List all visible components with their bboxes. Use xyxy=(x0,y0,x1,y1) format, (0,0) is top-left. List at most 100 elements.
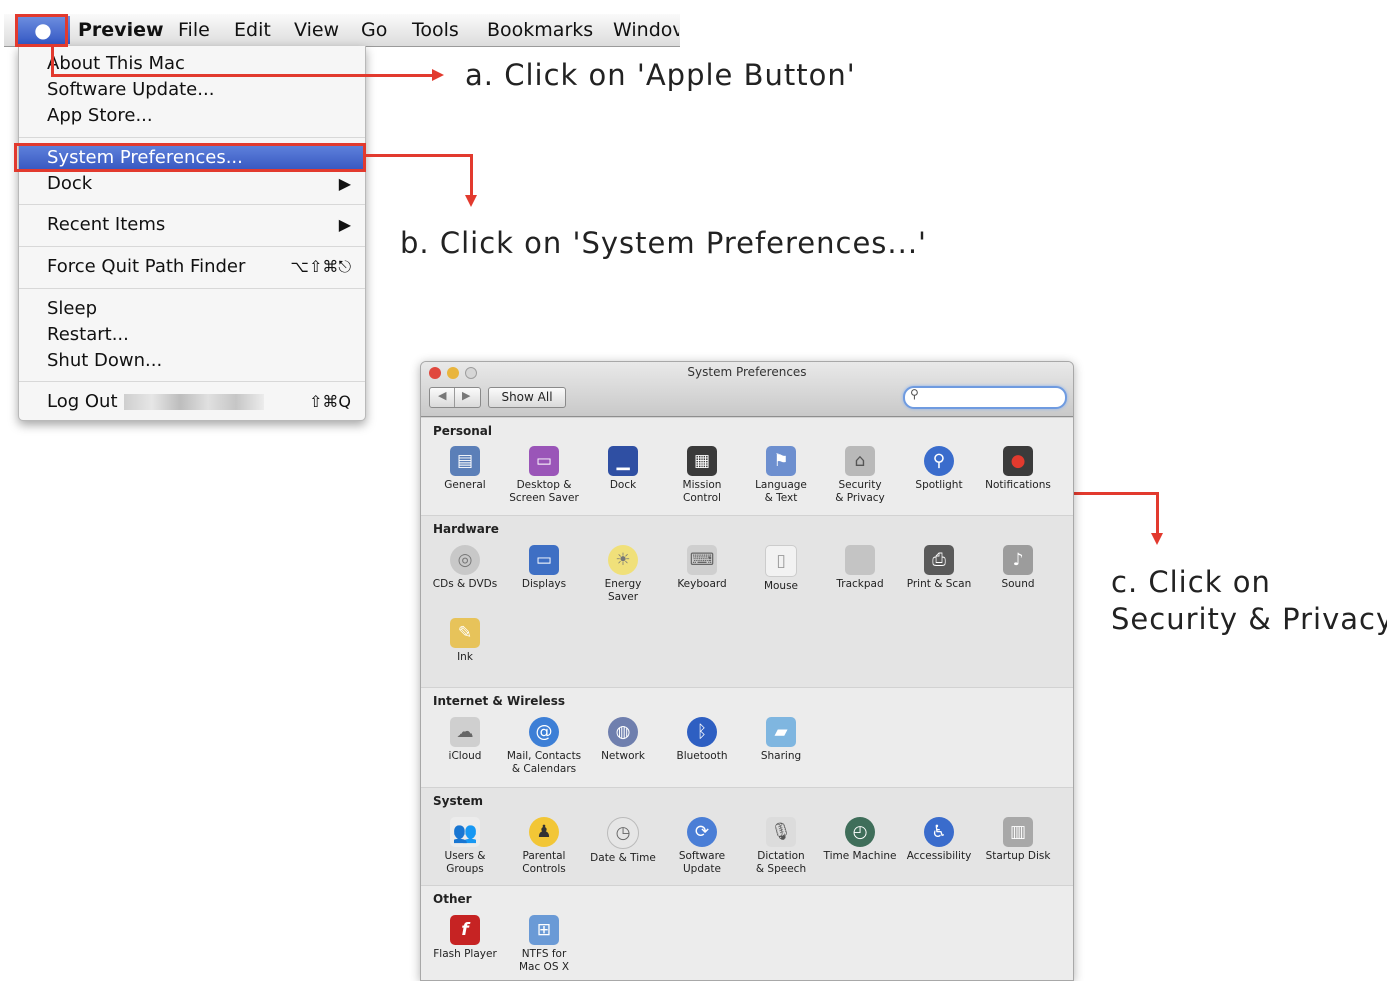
highlight-apple-button xyxy=(15,14,68,47)
caption-step-c-line1: c. Click on xyxy=(1111,565,1271,599)
system-preferences-window: System Preferences ◀ ▶ Show All ⚲ Person… xyxy=(420,361,1074,981)
caption-step-a: a. Click on 'Apple Button' xyxy=(465,58,856,92)
pane-desktop-screen-saver[interactable]: ▭ Desktop & Screen Saver xyxy=(505,446,583,505)
search-input[interactable]: ⚲ xyxy=(903,386,1067,409)
pane-dock[interactable]: ▁ Dock xyxy=(584,446,662,492)
pane-notifications[interactable]: ● Notifications xyxy=(979,446,1057,492)
bulb-icon: ☀ xyxy=(608,545,638,575)
redacted-username xyxy=(123,394,264,410)
menu-item-app-store[interactable]: App Store... xyxy=(19,103,365,129)
pane-parental-controls[interactable]: ♟ Parental Controls xyxy=(505,817,583,876)
pane-ntfs-mac[interactable]: ⊞ NTFS for Mac OS X xyxy=(505,915,583,974)
pane-print-scan[interactable]: ⎙ Print & Scan xyxy=(900,545,978,591)
arrow-down-icon xyxy=(465,195,477,207)
shortcut-force-quit: ⌥⇧⌘⎋ xyxy=(290,257,352,276)
menu-item-software-update[interactable]: Software Update... xyxy=(19,77,365,103)
menu-edit[interactable]: Edit xyxy=(234,14,271,46)
mission-control-icon: ▦ xyxy=(687,446,717,476)
menu-go[interactable]: Go xyxy=(361,14,387,46)
menu-item-force-quit[interactable]: Force Quit Path Finder ⌥⇧⌘⎋ xyxy=(19,254,365,280)
at-icon: @ xyxy=(529,717,559,747)
menu-bookmarks[interactable]: Bookmarks xyxy=(487,14,593,46)
folder-icon: ▰ xyxy=(766,717,796,747)
pane-date-time[interactable]: ◷ Date & Time xyxy=(584,817,662,865)
pane-bluetooth[interactable]: ᛒ Bluetooth xyxy=(663,717,741,763)
annotation-line xyxy=(366,154,473,157)
pane-dictation-speech[interactable]: 🎙 Dictation & Speech xyxy=(742,817,820,876)
pane-mission-control[interactable]: ▦ Mission Control xyxy=(663,446,741,505)
pane-flash-player[interactable]: f Flash Player xyxy=(426,915,504,961)
pane-mouse[interactable]: ▯ Mouse xyxy=(742,545,820,593)
highlight-system-preferences xyxy=(14,143,366,172)
menu-tools[interactable]: Tools xyxy=(412,14,459,46)
annotation-line xyxy=(51,74,433,77)
pane-users-groups[interactable]: 👥 Users & Groups xyxy=(426,817,504,876)
search-icon: ⚲ xyxy=(910,387,919,401)
cloud-icon: ☁ xyxy=(450,717,480,747)
menu-preview[interactable]: Preview xyxy=(78,14,164,46)
menu-item-recent-items[interactable]: Recent Items ▶ xyxy=(19,212,365,238)
section-title-internet: Internet & Wireless xyxy=(433,694,565,708)
pane-spotlight[interactable]: ⚲ Spotlight xyxy=(900,446,978,492)
pane-cds-dvds[interactable]: ◎ CDs & DVDs xyxy=(426,545,504,591)
section-title-system: System xyxy=(433,794,483,808)
menu-item-sleep[interactable]: Sleep xyxy=(19,296,365,322)
submenu-arrow-icon: ▶ xyxy=(338,215,351,234)
pane-software-update[interactable]: ⟳ Software Update xyxy=(663,817,741,876)
arrow-right-icon xyxy=(432,69,444,81)
parental-icon: ♟ xyxy=(529,817,559,847)
section-title-other: Other xyxy=(433,892,472,906)
pane-ink[interactable]: ✎ Ink xyxy=(426,618,504,664)
annotation-line xyxy=(1156,492,1159,534)
nav-back-forward[interactable]: ◀ ▶ xyxy=(429,387,481,408)
pane-accessibility[interactable]: ♿ Accessibility xyxy=(900,817,978,863)
apple-dropdown-menu: About This Mac Software Update... App St… xyxy=(18,46,366,421)
pane-network[interactable]: ◍ Network xyxy=(584,717,662,763)
pane-time-machine[interactable]: ◴ Time Machine xyxy=(821,817,899,863)
menu-item-dock[interactable]: Dock ▶ xyxy=(19,171,365,197)
pane-language-text[interactable]: ⚑ Language & Text xyxy=(742,446,820,505)
pane-icloud[interactable]: ☁ iCloud xyxy=(426,717,504,763)
time-machine-icon: ◴ xyxy=(845,817,875,847)
back-icon[interactable]: ◀ xyxy=(438,389,446,402)
forward-icon[interactable]: ▶ xyxy=(462,389,470,402)
menu-separator xyxy=(19,381,365,382)
menu-window[interactable]: Windov xyxy=(613,14,679,46)
trackpad-icon xyxy=(845,545,875,575)
shortcut-log-out: ⇧⌘Q xyxy=(309,392,351,411)
microphone-icon: 🎙 xyxy=(766,817,796,847)
section-hardware: Hardware xyxy=(421,515,1073,688)
ntfs-icon: ⊞ xyxy=(529,915,559,945)
pane-sound[interactable]: ♪ Sound xyxy=(979,545,1057,591)
pane-sharing[interactable]: ▰ Sharing xyxy=(742,717,820,763)
disk-icon: ▥ xyxy=(1003,817,1033,847)
menu-item-restart[interactable]: Restart... xyxy=(19,322,365,348)
menu-separator xyxy=(19,137,365,138)
menu-view[interactable]: View xyxy=(294,14,339,46)
pane-keyboard[interactable]: ⌨ Keyboard xyxy=(663,545,741,591)
accessibility-icon: ♿ xyxy=(924,817,954,847)
keyboard-icon: ⌨ xyxy=(687,545,717,575)
menu-separator xyxy=(19,246,365,247)
pane-general[interactable]: ▤ General xyxy=(426,446,504,492)
menu-file[interactable]: File xyxy=(178,14,210,46)
house-lock-icon: ⌂ xyxy=(845,446,875,476)
show-all-button[interactable]: Show All xyxy=(488,387,566,408)
annotation-line xyxy=(470,154,473,196)
bluetooth-icon: ᛒ xyxy=(687,717,717,747)
flag-icon: ⚑ xyxy=(766,446,796,476)
pane-displays[interactable]: ▭ Displays xyxy=(505,545,583,591)
caption-step-c-line2: Security & Privacy xyxy=(1111,602,1387,636)
pane-security-privacy[interactable]: ⌂ Security & Privacy xyxy=(821,446,899,505)
window-title: System Preferences xyxy=(687,365,807,379)
pane-energy-saver[interactable]: ☀ Energy Saver xyxy=(584,545,662,604)
disc-icon: ◎ xyxy=(450,545,480,575)
speaker-icon: ♪ xyxy=(1003,545,1033,575)
pane-mail-contacts[interactable]: @ Mail, Contacts & Calendars xyxy=(505,717,583,776)
caption-step-b: b. Click on 'System Preferences...' xyxy=(400,226,928,260)
pane-trackpad[interactable]: Trackpad xyxy=(821,545,899,591)
menu-item-shut-down[interactable]: Shut Down... xyxy=(19,348,365,374)
printer-icon: ⎙ xyxy=(924,545,954,575)
menu-item-log-out[interactable]: Log Out ⇧⌘Q xyxy=(19,389,365,415)
pane-startup-disk[interactable]: ▥ Startup Disk xyxy=(979,817,1057,863)
